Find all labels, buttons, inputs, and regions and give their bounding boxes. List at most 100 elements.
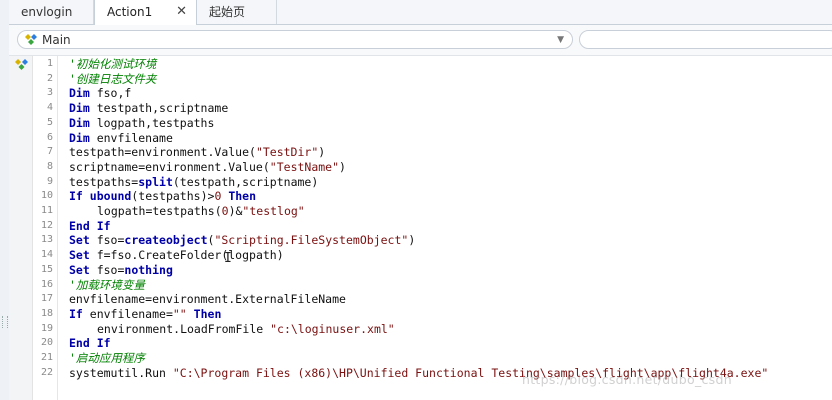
code-token: fso,f [89,86,132,101]
keyword-token: End If [69,218,111,233]
watermark: https://blog.csdn.net/dubo_csdn [522,372,732,387]
function-token: ubound [89,189,132,204]
code-line: scriptname=environment.Value("TestName") [69,160,346,175]
line-number: 9 [46,175,53,187]
comment-token: '创建日志文件夹 [69,71,157,86]
code-line: logpath=testpaths(0)&"testlog" [97,204,305,219]
code-token: logpath,testpaths [89,115,215,130]
code-line: envfilename=environment.ExternalFileName [69,292,346,307]
keyword-token: Set [69,248,90,263]
code-editor[interactable]: '初始化测试环境 '创建日志文件夹 Dim fso,f Dim testpath,sc… [69,56,832,400]
code-token: testpath,scriptname [89,101,229,116]
text-cursor-icon: I [224,251,232,266]
line-number: 20 [40,337,53,349]
code-line: If envfilename="" Then [69,307,221,322]
keyword-token: If [69,189,83,204]
code-line: testpaths=split(testpath,scriptname) [69,175,318,190]
code-token: ) [318,145,326,160]
line-number: 1 [46,58,53,69]
tab-label: 起始页 [209,5,246,19]
keyword-token: If [69,306,83,321]
code-line: Dim logpath,testpaths [69,116,214,131]
breakpoint-margin[interactable] [9,56,33,400]
tab-start-page[interactable]: 起始页 [197,0,277,24]
line-number: 4 [46,102,53,114]
document-tab-bar: envlogin Action1 ✕ 起始页 [9,0,832,25]
line-number: 5 [46,116,53,128]
comment-token: '启动应用程序 [69,351,145,365]
line-number-gutter: 1 2 3 4 5 6 7 8 9 10 11 12 13 14 15 16 17 18 19 20 21 22 [33,56,58,400]
line-number: 16 [40,278,53,290]
function-token: split [138,174,173,189]
line-number: 8 [46,160,53,172]
code-token: envfilename=environment.ExternalFileName [69,292,346,307]
string-token: "c:\loginuser.xml" [270,321,395,336]
code-token: fso= [89,262,125,277]
tab-action1[interactable]: Action1 ✕ [94,0,197,25]
action-selector-bar: Main ▼ [9,25,832,56]
code-line: Dim testpath,scriptname [69,101,228,116]
keyword-token: Dim [69,130,90,145]
string-token: "" [172,306,187,321]
code-token: f=fso.CreateFolder(logpath) [89,248,284,263]
code-token: testpath=environment.Value( [69,145,256,160]
code-line: Set fso=nothing [69,263,173,278]
tab-envlogin[interactable]: envlogin [9,0,94,24]
keyword-token: Dim [69,115,90,130]
string-token: "Scripting.FileSystemObject" [214,233,409,248]
secondary-combo[interactable] [579,30,832,49]
keyword-token: Then [228,189,257,204]
code-line: Dim fso,f [69,86,131,101]
code-token: (testpaths)> [131,189,215,204]
action-icon [25,34,37,45]
code-line: testpath=environment.Value("TestDir") [69,145,325,160]
line-number: 11 [40,205,53,216]
line-number: 17 [40,293,53,305]
code-token: )& [228,204,243,218]
function-token: createobject [124,233,208,248]
combo-label: Main [42,33,71,47]
number-token: 0 [221,204,229,218]
code-token: ) [339,159,346,174]
line-number: 18 [40,307,53,319]
keyword-token: End If [69,336,111,351]
line-number: 7 [46,146,53,158]
code-line: Dim envfilename [69,131,173,146]
chevron-down-icon[interactable]: ▼ [557,35,564,45]
code-token: (testpath,scriptname) [172,174,319,189]
keyword-token: nothing [124,262,173,277]
line-number: 2 [46,72,53,84]
code-token: testpaths= [69,174,139,189]
code-line: End If [69,219,111,234]
code-line: Set f=fso.CreateFolder(logpath) [69,248,284,263]
line-number: 13 [40,234,53,246]
code-token: systemutil.Run [69,365,173,380]
keyword-token: Then [193,306,222,321]
code-line: Set fso=createobject("Scripting.FileSyst… [69,233,415,248]
action-combo[interactable]: Main ▼ [17,30,573,49]
string-token: "testlog" [242,204,305,218]
code-line: '创建日志文件夹 [69,72,156,87]
code-line: '启动应用程序 [69,351,145,366]
resize-grip[interactable] [2,316,8,328]
line-number: 21 [40,352,53,363]
tab-label: Action1 [107,5,153,19]
line-number: 10 [40,190,53,202]
code-line: End If [69,336,111,351]
code-token: envfilename= [82,306,173,321]
comment-token: '加载环境变量 [69,277,145,292]
keyword-token: Set [69,233,90,248]
code-line: If ubound(testpaths)>0 Then [69,189,256,204]
close-icon[interactable]: ✕ [176,0,187,24]
string-token: "TestDir" [255,145,319,160]
line-number: 14 [40,249,53,261]
comment-token: '初始化测试环境 [69,57,157,71]
code-token: ) [408,233,416,248]
code-line: '初始化测试环境 [69,57,156,72]
code-token: scriptname=environment.Value( [69,159,270,174]
code-token: logpath=testpaths( [97,204,222,218]
line-number: 6 [46,131,53,143]
code-token: fso= [89,233,125,248]
